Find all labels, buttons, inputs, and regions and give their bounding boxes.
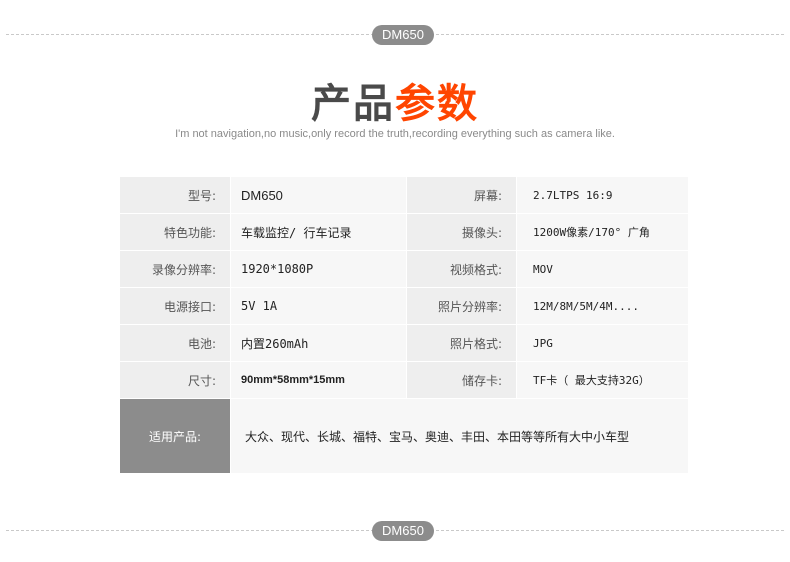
spec-row: 电池: 内置260mAh 照片格式: JPG (120, 325, 688, 362)
spec-label: 照片格式: (406, 325, 516, 361)
spec-label: 型号: (120, 177, 230, 213)
spec-label: 屏幕: (406, 177, 516, 213)
bottom-divider: DM650 (0, 521, 790, 541)
spec-label: 特色功能: (120, 214, 230, 250)
subtitle: I'm not navigation,no music,only record … (175, 128, 615, 140)
spec-value: JPG (516, 325, 688, 361)
spec-value: 5V 1A (230, 288, 406, 324)
spec-table: 型号: DM650 屏幕: 2.7LTPS 16:9 特色功能: 车载监控/ 行… (120, 177, 688, 473)
model-badge: DM650 (372, 25, 434, 45)
spec-label: 电池: (120, 325, 230, 361)
title-part-2: 参数 (395, 81, 479, 127)
top-divider: DM650 (0, 25, 790, 45)
spec-row: 型号: DM650 屏幕: 2.7LTPS 16:9 (120, 177, 688, 214)
spec-value: TF卡（ 最大支持32G） (516, 362, 688, 398)
applicable-value: 大众、现代、长城、福特、宝马、奥迪、丰田、本田等等所有大中小车型 (230, 399, 688, 473)
spec-value: 1200W像素/170° 广角 (516, 214, 688, 250)
spec-label: 照片分辨率: (406, 288, 516, 324)
title-part-1: 产品 (311, 81, 395, 127)
spec-label: 录像分辨率: (120, 251, 230, 287)
spec-label: 储存卡: (406, 362, 516, 398)
spec-value: 2.7LTPS 16:9 (516, 177, 688, 213)
spec-label: 视频格式: (406, 251, 516, 287)
applicable-row: 适用产品: 大众、现代、长城、福特、宝马、奥迪、丰田、本田等等所有大中小车型 (120, 399, 688, 473)
spec-label: 电源接口: (120, 288, 230, 324)
applicable-label: 适用产品: (120, 399, 230, 473)
spec-row: 特色功能: 车载监控/ 行车记录 摄像头: 1200W像素/170° 广角 (120, 214, 688, 251)
page-title: 产品参数 (0, 80, 790, 128)
spec-label: 摄像头: (406, 214, 516, 250)
spec-value: 1920*1080P (230, 251, 406, 287)
model-badge: DM650 (372, 521, 434, 541)
spec-value: 12M/8M/5M/4M.... (516, 288, 688, 324)
spec-value: MOV (516, 251, 688, 287)
spec-value: 内置260mAh (230, 325, 406, 361)
spec-row: 录像分辨率: 1920*1080P 视频格式: MOV (120, 251, 688, 288)
spec-value: 车载监控/ 行车记录 (230, 214, 406, 250)
spec-label: 尺寸: (120, 362, 230, 398)
spec-row: 尺寸: 90mm*58mm*15mm 储存卡: TF卡（ 最大支持32G） (120, 362, 688, 399)
spec-row: 电源接口: 5V 1A 照片分辨率: 12M/8M/5M/4M.... (120, 288, 688, 325)
spec-value: DM650 (230, 177, 406, 213)
spec-value: 90mm*58mm*15mm (230, 362, 406, 398)
